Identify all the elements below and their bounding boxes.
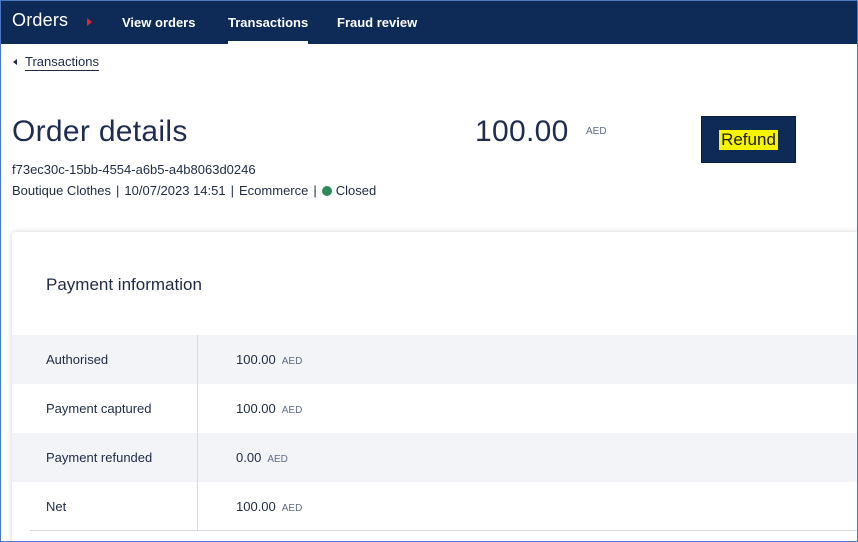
refund-button[interactable]: Refund bbox=[701, 116, 796, 163]
row-value-payment-captured: 100.00 AED bbox=[236, 401, 303, 416]
table-row: Payment refunded 0.00 AED bbox=[12, 433, 857, 482]
order-datetime: 10/07/2023 14:51 bbox=[124, 183, 226, 198]
meta-separator: | bbox=[313, 183, 317, 198]
nav-link-fraud-review[interactable]: Fraud review bbox=[337, 15, 417, 30]
refund-button-label: Refund bbox=[719, 129, 778, 150]
active-tab-indicator bbox=[228, 41, 308, 44]
top-navigation: Orders View orders Transactions Fraud re… bbox=[1, 1, 857, 44]
table-bottom-border bbox=[30, 530, 857, 531]
order-meta: Boutique Clothes | 10/07/2023 14:51 | Ec… bbox=[12, 183, 376, 198]
row-label-authorised: Authorised bbox=[46, 352, 109, 367]
brand-title[interactable]: Orders bbox=[12, 10, 68, 31]
table-row: Authorised 100.00 AED bbox=[12, 335, 857, 384]
row-label-net: Net bbox=[46, 499, 67, 514]
nav-link-transactions[interactable]: Transactions bbox=[228, 15, 308, 30]
order-channel: Ecommerce bbox=[239, 183, 309, 198]
status-dot-icon bbox=[321, 185, 332, 196]
row-value-authorised: 100.00 AED bbox=[236, 352, 303, 367]
breadcrumb-link-transactions[interactable]: Transactions bbox=[25, 54, 99, 71]
page-title: Order details bbox=[12, 115, 188, 148]
breadcrumb[interactable]: Transactions bbox=[13, 53, 99, 71]
payment-information-card: Payment information Authorised 100.00 AED… bbox=[12, 232, 857, 541]
app-window: Orders View orders Transactions Fraud re… bbox=[0, 0, 858, 542]
table-row: Net 100.00 AED bbox=[12, 482, 857, 531]
nav-link-view-orders[interactable]: View orders bbox=[122, 15, 195, 30]
order-amount: 100.00 bbox=[475, 115, 569, 148]
meta-separator: | bbox=[230, 183, 235, 198]
row-value-payment-refunded: 0.00 AED bbox=[236, 450, 288, 465]
row-label-payment-captured: Payment captured bbox=[46, 401, 152, 416]
caret-left-icon bbox=[13, 59, 17, 65]
order-amount-currency: AED bbox=[586, 126, 607, 137]
order-id: f73ec30c-15bb-4554-a6b5-a4b8063d0246 bbox=[12, 162, 256, 177]
payment-information-title: Payment information bbox=[46, 275, 202, 294]
column-divider bbox=[197, 335, 198, 531]
merchant-name: Boutique Clothes bbox=[12, 183, 112, 198]
status-badge: Closed bbox=[335, 183, 377, 198]
meta-separator: | bbox=[116, 183, 120, 198]
caret-right-icon bbox=[87, 18, 92, 26]
table-row: Payment captured 100.00 AED bbox=[12, 384, 857, 433]
row-value-net: 100.00 AED bbox=[236, 499, 303, 514]
row-label-payment-refunded: Payment refunded bbox=[46, 450, 153, 465]
